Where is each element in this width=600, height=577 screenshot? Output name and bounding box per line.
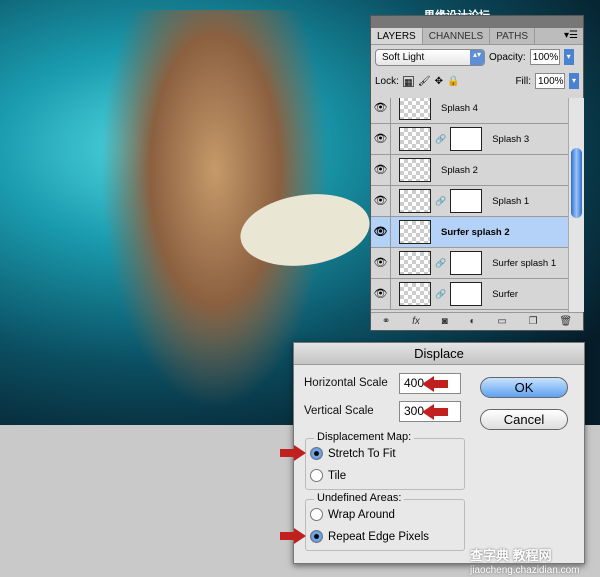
layer-row[interactable]: 👁 🔗 Splash 1 xyxy=(371,185,568,217)
new-layer-icon[interactable]: ❐ xyxy=(529,316,538,327)
lock-label: Lock: xyxy=(375,75,399,87)
radio-selected xyxy=(310,447,323,460)
trash-icon[interactable]: 🗑 xyxy=(559,316,572,327)
eye-icon[interactable]: 👁 xyxy=(371,154,391,186)
chain-link-icon[interactable]: 🔗 xyxy=(435,289,446,300)
horizontal-scale-label: Horizontal Scale xyxy=(304,377,388,389)
layer-name: Splash 1 xyxy=(492,195,530,207)
layer-name: Splash 3 xyxy=(492,133,530,145)
displacement-map-label: Displacement Map: xyxy=(314,431,415,443)
layers-scrollbar[interactable] xyxy=(568,98,584,312)
folder-icon[interactable]: ▭ xyxy=(497,316,506,327)
undefined-areas-group xyxy=(305,499,465,551)
blend-mode-select[interactable]: Soft Light ▴▾ xyxy=(375,48,485,66)
adjustment-icon[interactable]: ◐ xyxy=(470,316,476,327)
layer-row[interactable]: 👁 🔗 Surfer splash 1 xyxy=(371,247,568,279)
stretch-to-fit-radio[interactable]: Stretch To Fit xyxy=(310,447,396,460)
watermark-url: jiaocheng.chazidian.com xyxy=(470,565,580,576)
chain-link-icon[interactable]: 🔗 xyxy=(435,134,446,145)
chain-link-icon[interactable]: 🔗 xyxy=(435,258,446,269)
panel-toolbar: ⚭ fx ◙ ◐ ▭ ❐ 🗑 xyxy=(371,312,583,330)
layer-thumbnail xyxy=(399,98,431,120)
radio-selected xyxy=(310,530,323,543)
tab-paths[interactable]: PATHS xyxy=(490,28,536,44)
watermark-bottom: 查字典 教程网 xyxy=(470,548,552,563)
opacity-input[interactable]: 100% xyxy=(529,49,560,65)
fill-dropdown-icon[interactable]: ▾ xyxy=(569,73,579,89)
eye-icon[interactable]: 👁 xyxy=(371,278,391,310)
layer-name: Surfer splash 1 xyxy=(492,257,557,269)
eye-icon[interactable]: 👁 xyxy=(371,216,391,248)
layer-row[interactable]: 👁 🔗 Splash 3 xyxy=(371,123,568,155)
lock-move-icon[interactable]: ✥ xyxy=(435,76,443,87)
tab-layers[interactable]: LAYERS xyxy=(371,28,423,44)
scrollbar-thumb[interactable] xyxy=(571,148,582,218)
layer-thumbnail xyxy=(399,282,431,306)
blend-mode-value: Soft Light xyxy=(382,51,425,63)
mask-icon[interactable]: ◙ xyxy=(442,316,448,327)
layer-name: Surfer splash 2 xyxy=(441,226,510,238)
lock-transparency-icon[interactable]: ▦ xyxy=(402,75,414,87)
vertical-scale-label: Vertical Scale xyxy=(304,405,374,417)
annotation-arrow xyxy=(280,528,306,544)
radio-label: Wrap Around xyxy=(328,508,395,521)
layer-row[interactable]: 👁 Splash 4 xyxy=(371,98,568,124)
updown-icon: ▴▾ xyxy=(470,49,484,65)
eye-icon[interactable]: 👁 xyxy=(371,123,391,155)
wrap-around-radio[interactable]: Wrap Around xyxy=(310,508,395,521)
annotation-arrow xyxy=(280,445,306,461)
layer-mask-thumbnail[interactable] xyxy=(450,251,483,275)
lock-brush-icon[interactable]: 🖌 xyxy=(418,76,431,87)
layer-row[interactable]: 👁 🔗 Surfer xyxy=(371,278,568,310)
layer-thumbnail xyxy=(399,251,431,275)
layers-list: 👁 Splash 4 👁 🔗 Splash 3 👁 Splash 2 👁 🔗 Splash 1 👁 S… xyxy=(371,98,568,312)
displacement-map-group xyxy=(305,438,465,490)
eye-icon[interactable]: 👁 xyxy=(371,247,391,279)
undefined-areas-label: Undefined Areas: xyxy=(314,492,405,504)
opacity-label: Opacity: xyxy=(489,51,526,63)
fx-icon[interactable]: fx xyxy=(412,316,420,327)
layer-thumbnail xyxy=(399,158,431,182)
tile-radio[interactable]: Tile xyxy=(310,469,346,482)
layer-name: Splash 4 xyxy=(441,102,478,114)
link-icon[interactable]: ⚭ xyxy=(382,316,390,327)
tab-channels[interactable]: CHANNELS xyxy=(423,28,491,44)
layer-row[interactable]: 👁 Splash 2 xyxy=(371,154,568,186)
dialog-title: Displace xyxy=(294,343,584,365)
opacity-dropdown-icon[interactable]: ▾ xyxy=(563,49,574,65)
eye-icon[interactable]: 👁 xyxy=(371,185,391,217)
panel-menu-icon[interactable]: ▾☰ xyxy=(559,28,583,44)
radio-label: Tile xyxy=(328,469,347,482)
layer-name: Surfer xyxy=(492,288,519,300)
radio-unselected xyxy=(310,469,323,482)
annotation-arrow xyxy=(422,404,448,420)
layer-thumbnail xyxy=(399,127,431,151)
ok-button[interactable]: OK xyxy=(480,377,568,398)
fill-label: Fill: xyxy=(515,75,531,87)
eye-icon[interactable]: 👁 xyxy=(371,98,391,124)
radio-label: Stretch To Fit xyxy=(328,447,396,460)
panel-titlebar[interactable] xyxy=(371,16,583,28)
annotation-arrow xyxy=(422,376,448,392)
layer-mask-thumbnail[interactable] xyxy=(450,282,483,306)
layer-thumbnail xyxy=(399,220,431,244)
radio-unselected xyxy=(310,508,323,521)
fill-input[interactable]: 100% xyxy=(535,73,565,89)
lock-all-icon[interactable]: 🔒 xyxy=(447,76,459,87)
layer-row[interactable]: 👁 Surfer splash 2 xyxy=(371,216,568,248)
repeat-edge-pixels-radio[interactable]: Repeat Edge Pixels xyxy=(310,530,429,543)
displace-dialog: Displace Horizontal Scale 400 Vertical S… xyxy=(293,342,585,564)
chain-link-icon[interactable]: 🔗 xyxy=(435,196,446,207)
layer-thumbnail xyxy=(399,189,431,213)
radio-label: Repeat Edge Pixels xyxy=(328,530,430,543)
layer-name: Splash 2 xyxy=(441,164,478,176)
layers-panel: LAYERS CHANNELS PATHS ▾☰ Soft Light ▴▾ Op… xyxy=(370,15,584,331)
cancel-button[interactable]: Cancel xyxy=(480,409,568,430)
layer-mask-thumbnail[interactable] xyxy=(450,189,483,213)
layer-mask-thumbnail[interactable] xyxy=(450,127,483,151)
